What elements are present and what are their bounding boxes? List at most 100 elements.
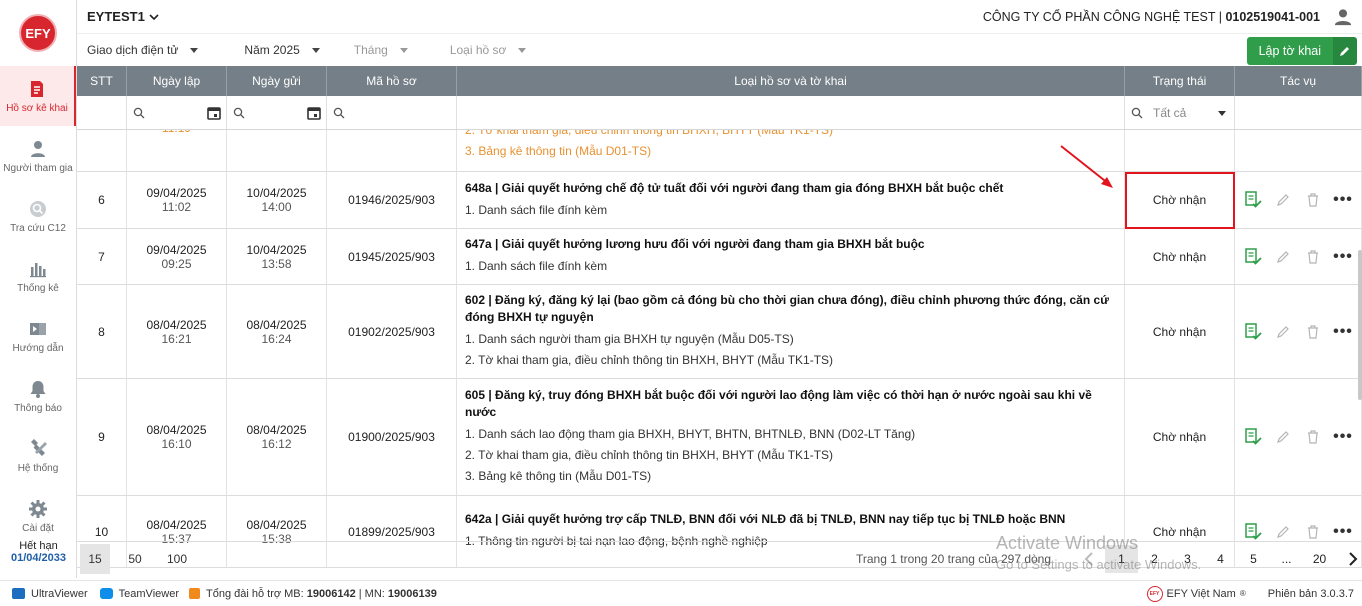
tax-code: 0102519041-001 — [1225, 9, 1320, 24]
more-options-icon[interactable]: ••• — [1333, 523, 1352, 541]
filter-cell-stt — [77, 96, 127, 129]
edit-icon[interactable] — [1274, 191, 1292, 209]
watermark-line-2: Go to Settings to activate Windows. — [996, 557, 1202, 572]
trash-icon[interactable] — [1304, 428, 1322, 446]
calendar-icon[interactable] — [307, 106, 321, 120]
created-date-filter[interactable] — [127, 96, 227, 129]
dossier-title[interactable]: 642a | Giải quyết hưởng trợ cấp TNLĐ, BN… — [465, 511, 1065, 528]
created-time: 09:25 — [161, 256, 192, 271]
attachment-line[interactable]: 1. Danh sách người tham gia BHXH tự nguy… — [465, 329, 794, 350]
page-button-20[interactable]: 20 — [1303, 545, 1336, 573]
cell-code: 01945/2025/903 — [327, 229, 457, 284]
sidebar-item-nguoi-tham-gia[interactable]: Người tham gia — [0, 126, 76, 186]
more-options-icon[interactable]: ••• — [1333, 248, 1352, 266]
approve-document-icon[interactable] — [1244, 322, 1262, 341]
attachment-line[interactable]: 2. Tờ khai tham gia, điều chỉnh thông ti… — [465, 350, 833, 371]
sidebar-item-thong-ke[interactable]: Thống kê — [0, 246, 76, 306]
page-ellipsis: ... — [1281, 552, 1292, 566]
page-size-50[interactable]: 50 — [120, 544, 150, 574]
attachment-line[interactable]: 1. Danh sách file đính kèm — [465, 256, 607, 277]
year-dropdown[interactable]: Năm 2025 — [244, 43, 320, 57]
data-rows: 6 09/04/2025 11:02 10/04/2025 14:00 01946/202… — [77, 172, 1362, 568]
approve-document-icon[interactable] — [1244, 428, 1262, 446]
calendar-icon[interactable] — [207, 106, 221, 120]
hotline-info: Tổng đài hỗ trợ MB: 19006142 | MN: 19006… — [188, 588, 437, 600]
table-row[interactable]: 7 09/04/2025 09:25 10/04/2025 13:58 01945/202… — [77, 229, 1362, 285]
edit-icon[interactable] — [1274, 523, 1292, 541]
attachment-line[interactable]: 3. Bảng kê thông tin (Mẫu D01-TS) — [465, 141, 651, 162]
cell-sent-date: 08/04/2025 16:12 — [227, 379, 327, 495]
dossier-title[interactable]: 648a | Giải quyết hưởng chế độ tử tuất đ… — [465, 180, 1003, 197]
dossier-code-filter[interactable] — [327, 96, 457, 129]
page-button-4[interactable]: 4 — [1204, 545, 1237, 573]
approve-document-icon[interactable] — [1244, 522, 1262, 541]
page-size-15[interactable]: 15 — [80, 544, 110, 574]
dossier-type-dropdown[interactable]: Loại hồ sơ — [450, 43, 527, 57]
page-button-5[interactable]: 5 — [1237, 545, 1270, 573]
search-icon — [1131, 107, 1143, 118]
trash-icon[interactable] — [1304, 191, 1322, 209]
trash-icon[interactable] — [1304, 523, 1322, 541]
red-arrow-icon — [1060, 145, 1113, 188]
more-options-icon[interactable]: ••• — [1333, 428, 1352, 446]
month-dropdown[interactable]: Tháng — [354, 43, 408, 57]
attachment-line[interactable]: 2. Tờ khai tham gia, điều chỉnh thông ti… — [465, 445, 833, 466]
unit-selector[interactable]: EYTEST1 — [87, 9, 159, 24]
sidebar-item-he-thong[interactable]: Hệ thống — [0, 426, 76, 486]
cell-actions — [1235, 130, 1362, 171]
table-row[interactable]: 9 08/04/2025 16:10 08/04/2025 16:12 01900/202… — [77, 379, 1362, 496]
created-date: 08/04/2025 — [146, 317, 207, 332]
table-row-partial[interactable]: 11:19 2. Tờ khai tham gia, điều chỉnh th… — [77, 130, 1362, 172]
approve-document-icon[interactable] — [1244, 191, 1262, 209]
cell-created-date: 08/04/2025 16:10 — [127, 379, 227, 495]
status-filter[interactable]: Tất cả — [1125, 96, 1235, 129]
col-header-dossier-type[interactable]: Loại hồ sơ và tờ khai — [457, 66, 1125, 96]
sidebar-item-label: Hệ thống — [17, 462, 59, 474]
create-declaration-button[interactable]: Lập tờ khai — [1246, 37, 1357, 65]
teamviewer-link[interactable]: TeamViewer — [99, 588, 179, 600]
ultraviewer-label: UltraViewer — [31, 587, 88, 600]
col-header-status[interactable]: Trạng thái — [1125, 66, 1235, 96]
month-placeholder: Tháng — [353, 43, 388, 57]
next-page-button[interactable] — [1336, 545, 1362, 573]
table-row[interactable]: 8 08/04/2025 16:21 08/04/2025 16:24 01902/202… — [77, 285, 1362, 379]
efy-logo[interactable]: EFY — [19, 14, 57, 52]
attachment-line[interactable]: 2. Tờ khai tham gia, điều chỉnh thông ti… — [465, 130, 833, 141]
attachment-line[interactable]: 1. Danh sách lao động tham gia BHXH, BHY… — [465, 424, 915, 445]
sidebar-item-thong-bao[interactable]: Thông báo — [0, 366, 76, 426]
sidebar-item-huong-dan[interactable]: Hướng dẫn — [0, 306, 76, 366]
edit-icon[interactable] — [1274, 248, 1292, 266]
ultraviewer-link[interactable]: UltraViewer — [12, 588, 88, 600]
col-header-stt[interactable]: STT — [77, 66, 127, 96]
cell-dossier-type: 605 | Đăng ký, truy đóng BHXH bắt buộc đ… — [457, 379, 1125, 495]
dossier-title[interactable]: 602 | Đăng ký, đăng ký lại (bao gồm cả đ… — [465, 292, 1116, 326]
sidebar-item-tra-cuu-c12[interactable]: Tra cứu C12 — [0, 186, 76, 246]
chevron-down-icon — [149, 13, 159, 20]
col-header-actions: Tác vụ — [1235, 66, 1362, 96]
sidebar-item-cai-dat[interactable]: Cài đặt — [0, 486, 76, 546]
trash-icon[interactable] — [1304, 248, 1322, 266]
more-options-icon[interactable]: ••• — [1333, 191, 1352, 209]
brand-name: EFY Việt Nam — [1166, 587, 1236, 600]
more-options-icon[interactable]: ••• — [1333, 323, 1352, 341]
edit-icon[interactable] — [1274, 428, 1292, 446]
user-account-icon[interactable] — [1334, 8, 1352, 26]
edit-icon[interactable] — [1274, 323, 1292, 341]
page-size-100[interactable]: 100 — [162, 544, 192, 574]
trash-icon[interactable] — [1304, 323, 1322, 341]
col-header-sent-date[interactable]: Ngày gửi — [227, 66, 327, 96]
sidebar-item-ho-so-ke-khai[interactable]: Hồ sơ kê khai — [0, 66, 76, 126]
col-header-created-date[interactable]: Ngày lập — [127, 66, 227, 96]
cell-stt: 9 — [77, 379, 127, 495]
bell-icon — [30, 380, 46, 398]
attachment-line[interactable]: 1. Danh sách file đính kèm — [465, 200, 607, 221]
sent-date-filter[interactable] — [227, 96, 327, 129]
table-header: STT Ngày lập Ngày gửi Mã hồ sơ Loại hồ s… — [77, 66, 1362, 96]
transaction-type-dropdown[interactable]: Giao dịch điện tử — [87, 43, 199, 57]
vertical-scrollbar[interactable] — [1358, 250, 1362, 400]
dossier-title[interactable]: 647a | Giải quyết hưởng lương hưu đối vớ… — [465, 236, 925, 253]
col-header-dossier-code[interactable]: Mã hồ sơ — [327, 66, 457, 96]
dossier-title[interactable]: 605 | Đăng ký, truy đóng BHXH bắt buộc đ… — [465, 387, 1116, 421]
attachment-line[interactable]: 3. Bảng kê thông tin (Mẫu D01-TS) — [465, 466, 651, 487]
approve-document-icon[interactable] — [1244, 247, 1262, 266]
